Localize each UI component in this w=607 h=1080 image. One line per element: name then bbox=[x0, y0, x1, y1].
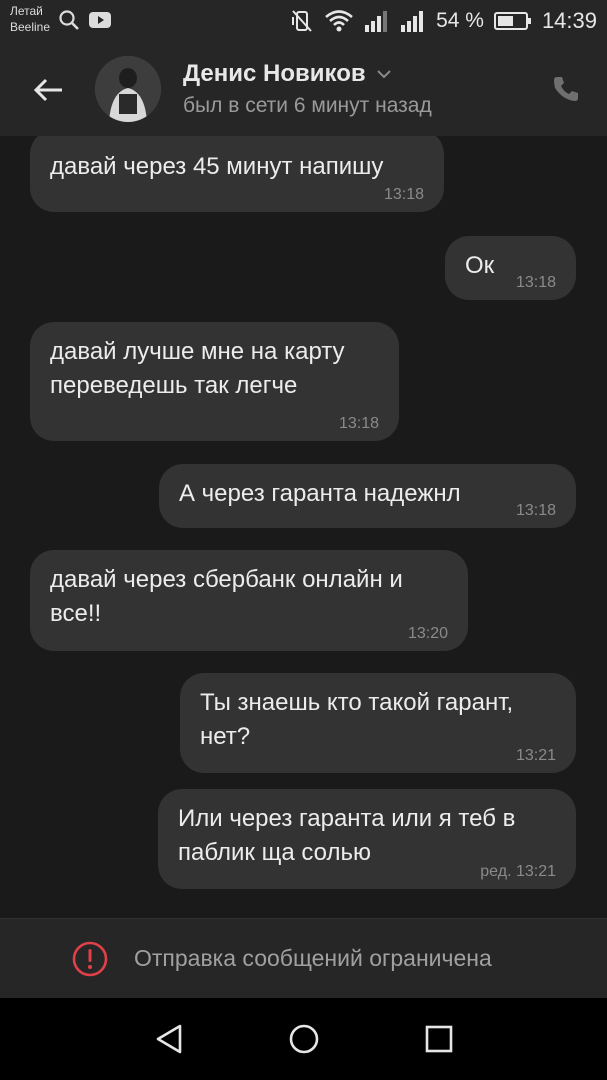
square-recent-icon bbox=[425, 1025, 453, 1053]
status-bar: Летай Beeline 54 % 14:39 bbox=[0, 0, 607, 44]
back-button[interactable] bbox=[30, 72, 66, 108]
battery-percent: 54 % bbox=[436, 9, 484, 32]
wifi-icon bbox=[324, 9, 354, 33]
contact-name-row[interactable]: Денис Новиков bbox=[183, 60, 392, 88]
carrier-line-2: Beeline bbox=[10, 20, 51, 34]
message-time: 13:21 bbox=[515, 747, 556, 764]
last-seen-status: был в сети 6 минут назад bbox=[183, 94, 432, 117]
carrier-label: Летай Beeline bbox=[10, 3, 50, 35]
nav-home-button[interactable] bbox=[287, 1022, 321, 1056]
message-text: Ты знаешь кто такой гарант, нет? bbox=[200, 689, 514, 750]
message-time: 13:18 bbox=[515, 274, 556, 291]
nav-recent-button[interactable] bbox=[422, 1022, 456, 1056]
avatar[interactable] bbox=[95, 56, 161, 122]
message-outgoing[interactable]: Или через гаранта или я теб в паблик ща … bbox=[158, 789, 576, 889]
nav-back-button[interactable] bbox=[152, 1022, 186, 1056]
message-time: 13:18 bbox=[515, 502, 556, 519]
signal-icon-sim1 bbox=[364, 9, 390, 33]
contact-name: Денис Новиков bbox=[183, 60, 366, 87]
call-button[interactable] bbox=[551, 74, 581, 104]
message-time: 13:18 bbox=[338, 415, 379, 432]
message-list[interactable]: давай через 45 минут напишу 13:18 Ок 13:… bbox=[0, 136, 607, 916]
clock: 14:39 bbox=[541, 8, 597, 33]
carrier-line-1: Летай bbox=[10, 4, 43, 18]
chat-header: Денис Новиков был в сети 6 минут назад bbox=[0, 44, 607, 136]
youtube-icon bbox=[88, 11, 112, 34]
triangle-back-icon bbox=[156, 1024, 182, 1054]
system-nav-bar bbox=[0, 998, 607, 1080]
message-incoming[interactable]: давай лучше мне на карту переведешь так … bbox=[30, 322, 399, 441]
messaging-restricted-bar: Отправка сообщений ограничена bbox=[0, 918, 607, 998]
chevron-down-icon bbox=[376, 70, 391, 79]
restricted-notice: Отправка сообщений ограничена bbox=[134, 945, 492, 971]
arrow-left-icon bbox=[33, 78, 62, 102]
message-time: 13:20 bbox=[407, 625, 448, 642]
exclamation-circle-icon bbox=[72, 941, 108, 977]
message-incoming[interactable]: давай через сбербанк онлайн и все!! 13:2… bbox=[30, 550, 468, 651]
battery-icon bbox=[493, 11, 532, 31]
message-outgoing[interactable]: Ты знаешь кто такой гарант, нет? 13:21 bbox=[180, 673, 576, 773]
status-right-group: 54 % 14:39 bbox=[290, 8, 597, 34]
message-text: А через гаранта надежнл bbox=[179, 480, 461, 507]
message-text: давай через сбербанк онлайн и все!! bbox=[50, 566, 403, 627]
message-text: Или через гаранта или я теб в паблик ща … bbox=[178, 805, 516, 866]
vibrate-off-icon bbox=[290, 8, 314, 34]
signal-icon-sim2 bbox=[400, 9, 426, 33]
message-outgoing[interactable]: А через гаранта надежнл 13:18 bbox=[159, 464, 576, 528]
message-text: давай через 45 минут напишу bbox=[50, 153, 384, 180]
message-text: давай лучше мне на карту переведешь так … bbox=[50, 338, 345, 399]
status-notification-icons bbox=[58, 9, 112, 36]
message-time: 13:18 bbox=[383, 186, 424, 203]
search-icon bbox=[58, 9, 80, 36]
message-time: ред. 13:21 bbox=[480, 863, 556, 880]
message-outgoing[interactable]: Ок 13:18 bbox=[445, 236, 576, 300]
message-incoming[interactable]: давай через 45 минут напишу 13:18 bbox=[30, 136, 444, 212]
phone-icon bbox=[554, 77, 578, 101]
circle-home-icon bbox=[289, 1024, 319, 1054]
